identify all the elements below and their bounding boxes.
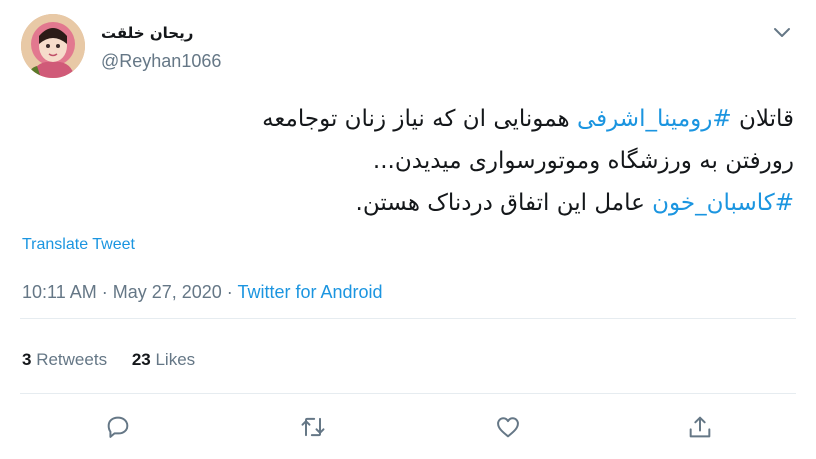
meta-separator: · xyxy=(221,282,238,302)
meta-separator: · xyxy=(96,282,113,302)
retweets-count: 3 xyxy=(22,350,32,369)
tweet-stats: 3 Retweets 23 Likes xyxy=(22,350,215,370)
tweet-actions xyxy=(0,413,816,441)
retweets-label: Retweets xyxy=(36,350,108,369)
likes-label: Likes xyxy=(155,350,196,369)
tweet-line-3: #کاسبان_خون عامل این اتفاق دردناک هستن. xyxy=(24,182,794,224)
translate-tweet-link[interactable]: Translate Tweet xyxy=(22,236,135,254)
tweet-date[interactable]: May 27, 2020 xyxy=(113,282,222,302)
tweet-meta: 10:11 AM · May 27, 2020 · Twitter for An… xyxy=(22,282,383,303)
tweet-line-1: قاتلان #رومینا_اشرفی همونایی ان که نیاز … xyxy=(24,98,794,140)
likes-count: 23 xyxy=(131,350,151,369)
reply-icon[interactable] xyxy=(104,413,132,441)
chevron-down-icon[interactable] xyxy=(770,20,794,44)
hashtag-link[interactable]: #کاسبان_خون xyxy=(652,190,794,216)
avatar[interactable] xyxy=(21,14,85,78)
tweet-text-segment: عامل این اتفاق دردناک هستن. xyxy=(355,190,653,216)
divider xyxy=(20,393,796,394)
tweet-card: ریحان خلقت @Reyhan1066 قاتلان #رومینا_اش… xyxy=(0,0,816,459)
tweet-text: قاتلان #رومینا_اشرفی همونایی ان که نیاز … xyxy=(24,98,794,224)
author-handle[interactable]: @Reyhan1066 xyxy=(101,51,221,72)
tweet-text-segment: همونایی ان که نیاز زنان توجامعه xyxy=(262,106,577,132)
share-icon[interactable] xyxy=(686,413,714,441)
tweet-line-2: رورفتن به ورزشگاه وموتورسواری میدیدن... xyxy=(372,148,794,174)
tweet-source-link[interactable]: Twitter for Android xyxy=(237,282,382,302)
divider xyxy=(20,318,796,319)
avatar-image xyxy=(21,14,85,78)
tweet-text-segment: قاتلان xyxy=(731,106,794,132)
likes-stat[interactable]: 23 Likes xyxy=(132,350,195,369)
hashtag-link[interactable]: #رومینا_اشرفی xyxy=(577,106,732,132)
like-icon[interactable] xyxy=(494,413,522,441)
author-display-name[interactable]: ریحان خلقت xyxy=(101,24,193,42)
retweet-icon[interactable] xyxy=(299,413,327,441)
tweet-time[interactable]: 10:11 AM xyxy=(22,282,97,302)
retweets-stat[interactable]: 3 Retweets xyxy=(22,350,107,369)
